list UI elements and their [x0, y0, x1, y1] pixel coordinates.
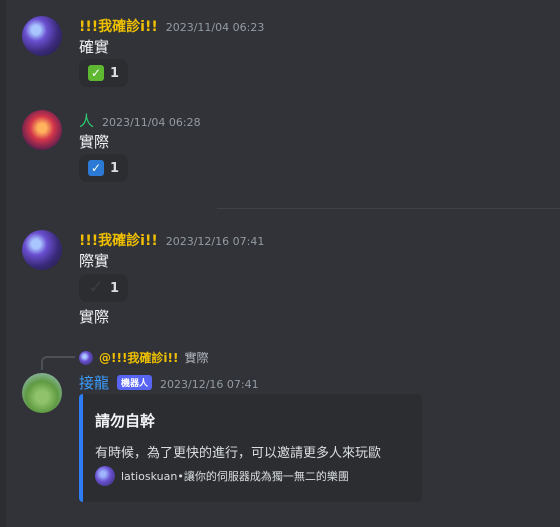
footer-avatar [95, 466, 115, 486]
username[interactable]: 接龍 [79, 372, 109, 393]
reply-text[interactable]: 實際 [184, 349, 208, 366]
reply-username[interactable]: @!!!我確診i!! [99, 349, 178, 366]
embed-description: 有時候，為了更快的進行，可以邀請更多人來玩歐 [95, 446, 382, 461]
embed-title: 請勿自幹 [95, 412, 156, 430]
avatar[interactable] [22, 373, 62, 413]
message-divider [217, 208, 560, 209]
reaction-button[interactable]: ✓ 1 [79, 154, 129, 182]
message-content: 確實 [79, 38, 110, 56]
message-content-followup: 實際 [79, 308, 110, 326]
heavy-check-mark-icon: ✓ [88, 277, 104, 298]
embed-footer-text: latioskuan•讓你的伺服器成為獨一無二的樂團 [121, 470, 349, 483]
ballot-box-check-icon: ✓ [88, 160, 104, 176]
reply-avatar [79, 350, 93, 365]
reply-preview[interactable]: @!!!我確診i!! 實際 [79, 349, 209, 366]
reply-connector [41, 356, 75, 370]
username[interactable]: !!!我確診i!! [79, 230, 158, 250]
left-gutter [0, 0, 6, 527]
timestamp: 2023/12/16 07:41 [165, 235, 265, 248]
reaction-button[interactable]: ✓ 1 [79, 274, 129, 302]
reaction-count: 1 [110, 160, 120, 176]
timestamp: 2023/12/16 07:41 [160, 378, 259, 391]
embed-card: 請勿自幹 有時候，為了更快的進行，可以邀請更多人來玩歐 latioskuan•讓… [79, 394, 422, 502]
timestamp: 2023/11/04 06:23 [165, 21, 265, 34]
message-content: 實際 [79, 133, 110, 151]
reaction-button[interactable]: ✓ 1 [79, 59, 129, 87]
bot-badge: 機器人 [117, 375, 153, 390]
username[interactable]: !!!我確診i!! [79, 16, 158, 36]
avatar[interactable] [22, 16, 62, 56]
reaction-count: 1 [110, 65, 120, 81]
reaction-count: 1 [110, 280, 120, 296]
avatar[interactable] [22, 110, 62, 150]
timestamp: 2023/11/04 06:28 [102, 116, 201, 129]
message-content: 際實 [79, 252, 110, 270]
avatar[interactable] [22, 230, 62, 270]
embed-footer: latioskuan•讓你的伺服器成為獨一無二的樂團 [95, 466, 349, 486]
username[interactable]: 人 [79, 110, 94, 131]
white-check-mark-icon: ✓ [88, 65, 104, 81]
